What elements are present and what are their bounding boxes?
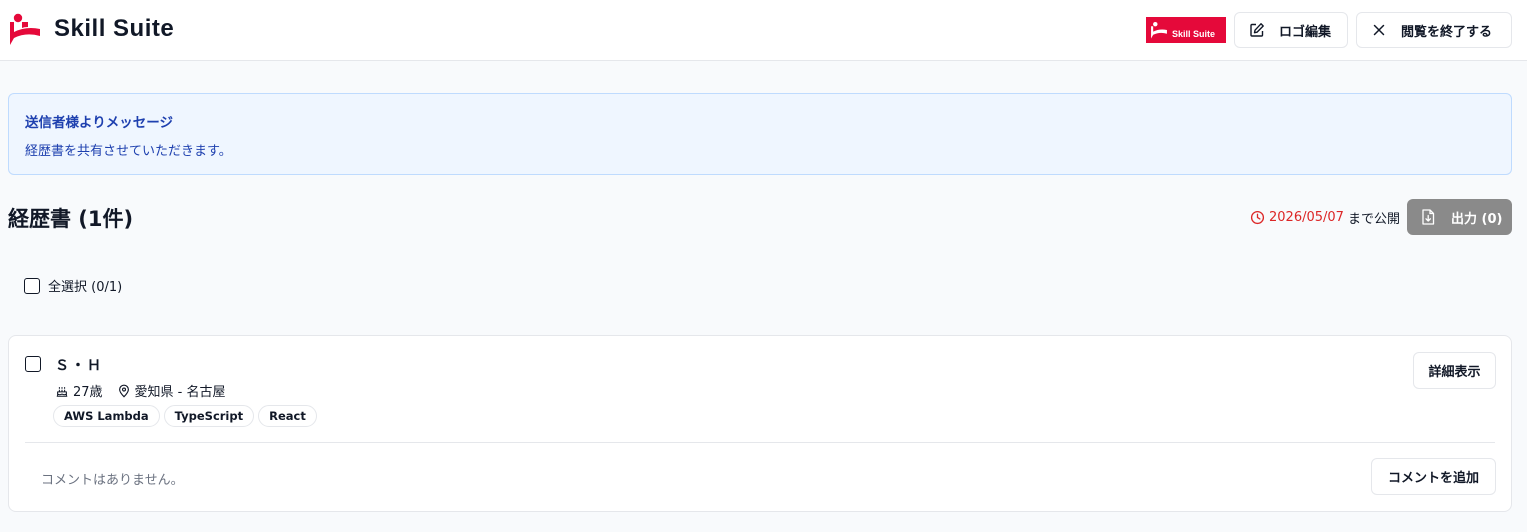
close-viewing-button[interactable]: 閲覧を終了する <box>1356 12 1512 48</box>
message-body: 経歴書を共有させていただきます。 <box>25 144 232 159</box>
sender-message-box: 送信者様よりメッセージ 経歴書を共有させていただきます。 <box>8 93 1512 175</box>
close-viewing-label: 閲覧を終了する <box>1401 24 1493 40</box>
select-all-label: 全選択 (0/1) <box>48 280 123 295</box>
skill-suite-logo-icon <box>10 13 40 45</box>
select-all-checkbox[interactable] <box>24 277 40 294</box>
logo-edit-button[interactable]: ロゴ編集 <box>1234 12 1348 48</box>
page-title: 経歴書 (1件) <box>8 207 134 231</box>
cake-icon <box>56 386 68 397</box>
map-pin-icon <box>118 384 129 397</box>
skill-tags: AWS Lambda TypeScript React <box>53 405 321 427</box>
close-icon <box>1373 24 1385 36</box>
skill-suite-logo-icon <box>1151 21 1167 39</box>
show-details-button[interactable]: 詳細表示 <box>1413 352 1496 389</box>
candidate-age-value: 27歳 <box>73 385 103 400</box>
resume-card: Ｓ・Ｈ 27歳 愛知県 - 名古屋 AWS Lambda TypeScript … <box>8 335 1512 512</box>
brand-name: Skill Suite <box>54 15 175 42</box>
select-all-control[interactable]: 全選択 (0/1) <box>24 276 122 295</box>
card-divider <box>25 442 1495 443</box>
candidate-meta: 27歳 愛知県 - 名古屋 <box>55 381 240 400</box>
logo-edit-label: ロゴ編集 <box>1279 24 1332 40</box>
brand-logo[interactable]: Skill Suite <box>8 12 174 46</box>
skill-tag: React <box>258 405 317 427</box>
expiry-date: 2026/05/07 <box>1269 210 1344 225</box>
candidate-age: 27歳 <box>55 381 103 400</box>
app-header: Skill Suite Skill Suite ロゴ編集 閲覧を終了する <box>0 0 1527 61</box>
file-download-icon <box>1422 209 1435 225</box>
resume-select-checkbox[interactable] <box>25 356 41 372</box>
candidate-location-value: 愛知県 - 名古屋 <box>134 385 226 400</box>
skill-tag: AWS Lambda <box>53 405 160 427</box>
message-title: 送信者様よりメッセージ <box>25 115 173 131</box>
no-comment-text: コメントはありません。 <box>41 473 184 488</box>
candidate-name: Ｓ・Ｈ <box>55 358 103 374</box>
export-label: 出力 (0) <box>1451 211 1503 227</box>
candidate-location: 愛知県 - 名古屋 <box>117 381 226 400</box>
custom-logo-preview: Skill Suite <box>1146 17 1226 43</box>
skill-tag: TypeScript <box>163 405 255 427</box>
expiry-suffix: まで公開 <box>1347 212 1400 227</box>
add-comment-button[interactable]: コメントを追加 <box>1371 458 1496 495</box>
export-button[interactable]: 出力 (0) <box>1407 199 1512 235</box>
custom-logo-text: Skill Suite <box>1172 29 1216 39</box>
edit-icon <box>1250 23 1264 37</box>
clock-icon <box>1250 210 1265 225</box>
expiry-info: 2026/05/07 まで公開 <box>1250 208 1400 227</box>
